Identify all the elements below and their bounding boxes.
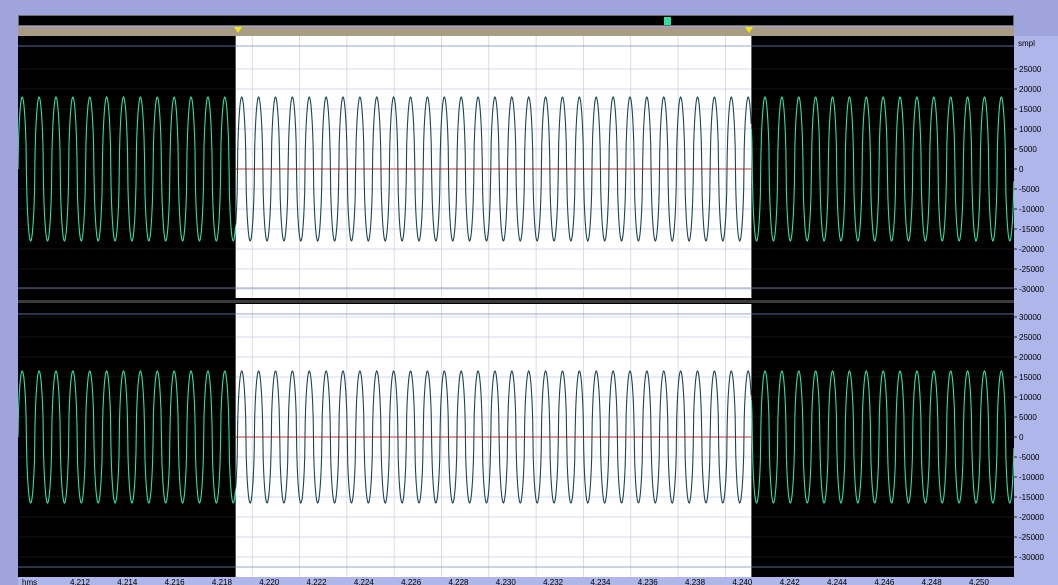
time-label: 4.232 bbox=[543, 578, 564, 585]
amplitude-label: -20000 bbox=[1019, 513, 1044, 522]
time-label: 4.250 bbox=[969, 578, 990, 585]
time-label: 4.224 bbox=[354, 578, 375, 585]
overview-position-handle[interactable] bbox=[664, 17, 671, 25]
amplitude-label: -10000 bbox=[1019, 473, 1044, 482]
amplitude-label: -30000 bbox=[1019, 285, 1044, 294]
time-label: 4.238 bbox=[685, 578, 706, 585]
time-label: 4.236 bbox=[638, 578, 659, 585]
amplitude-label: -15000 bbox=[1019, 493, 1044, 502]
amplitude-label: 20000 bbox=[1019, 85, 1042, 94]
amplitude-label: -30000 bbox=[1019, 553, 1044, 562]
time-label: 4.226 bbox=[401, 578, 422, 585]
amplitude-label: -5000 bbox=[1019, 453, 1040, 462]
time-label: 4.246 bbox=[874, 578, 895, 585]
amplitude-label: 10000 bbox=[1019, 125, 1042, 134]
amplitude-label: 15000 bbox=[1019, 105, 1042, 114]
time-label: 4.242 bbox=[780, 578, 801, 585]
time-unit-label: hms bbox=[22, 578, 37, 585]
amplitude-label: -5000 bbox=[1019, 185, 1040, 194]
amplitude-label: -25000 bbox=[1019, 533, 1044, 542]
time-label: 4.222 bbox=[307, 578, 328, 585]
time-label: 4.234 bbox=[590, 578, 611, 585]
amplitude-label: 25000 bbox=[1019, 65, 1042, 74]
amplitude-ruler: smpl 25000 20000 15000 10000 5000 0 -5000 -1000… bbox=[1014, 36, 1058, 577]
selection-start-marker[interactable] bbox=[233, 27, 242, 33]
time-label: 4.244 bbox=[827, 578, 848, 585]
amplitude-label: -20000 bbox=[1019, 245, 1044, 254]
amplitude-label: 5000 bbox=[1019, 413, 1037, 422]
time-label: 4.214 bbox=[117, 578, 138, 585]
channel-divider[interactable] bbox=[18, 300, 1014, 303]
waveform-editor: smpl 25000 20000 15000 10000 5000 0 -5000 -1000… bbox=[0, 0, 1058, 585]
time-label: 4.216 bbox=[165, 578, 186, 585]
amplitude-label: 5000 bbox=[1019, 145, 1037, 154]
amplitude-label: -10000 bbox=[1019, 205, 1044, 214]
amplitude-label: 25000 bbox=[1019, 333, 1042, 342]
overview-scrollbar[interactable] bbox=[18, 15, 1014, 26]
waveform-display[interactable] bbox=[18, 36, 1014, 577]
amplitude-unit-label: smpl bbox=[1018, 39, 1035, 48]
amplitude-label: 10000 bbox=[1019, 393, 1042, 402]
amplitude-label: 0 bbox=[1019, 433, 1024, 442]
time-ruler: hms 4.212 4.214 4.216 4.218 4.220 4.222 4.224 4… bbox=[18, 577, 1058, 585]
time-label: 4.230 bbox=[496, 578, 517, 585]
amplitude-label: 15000 bbox=[1019, 373, 1042, 382]
amplitude-label: 20000 bbox=[1019, 353, 1042, 362]
time-label: 4.212 bbox=[70, 578, 91, 585]
amplitude-label: 0 bbox=[1019, 165, 1024, 174]
time-label: 4.218 bbox=[212, 578, 233, 585]
time-label: 4.228 bbox=[448, 578, 469, 585]
amplitude-label: -25000 bbox=[1019, 265, 1044, 274]
selection-range-bar[interactable] bbox=[18, 27, 1014, 36]
amplitude-label: -15000 bbox=[1019, 225, 1044, 234]
selection-end-marker[interactable] bbox=[745, 27, 754, 33]
time-label: 4.240 bbox=[732, 578, 753, 585]
time-label: 4.220 bbox=[259, 578, 280, 585]
amplitude-label: 30000 bbox=[1019, 313, 1042, 322]
time-label: 4.248 bbox=[922, 578, 943, 585]
